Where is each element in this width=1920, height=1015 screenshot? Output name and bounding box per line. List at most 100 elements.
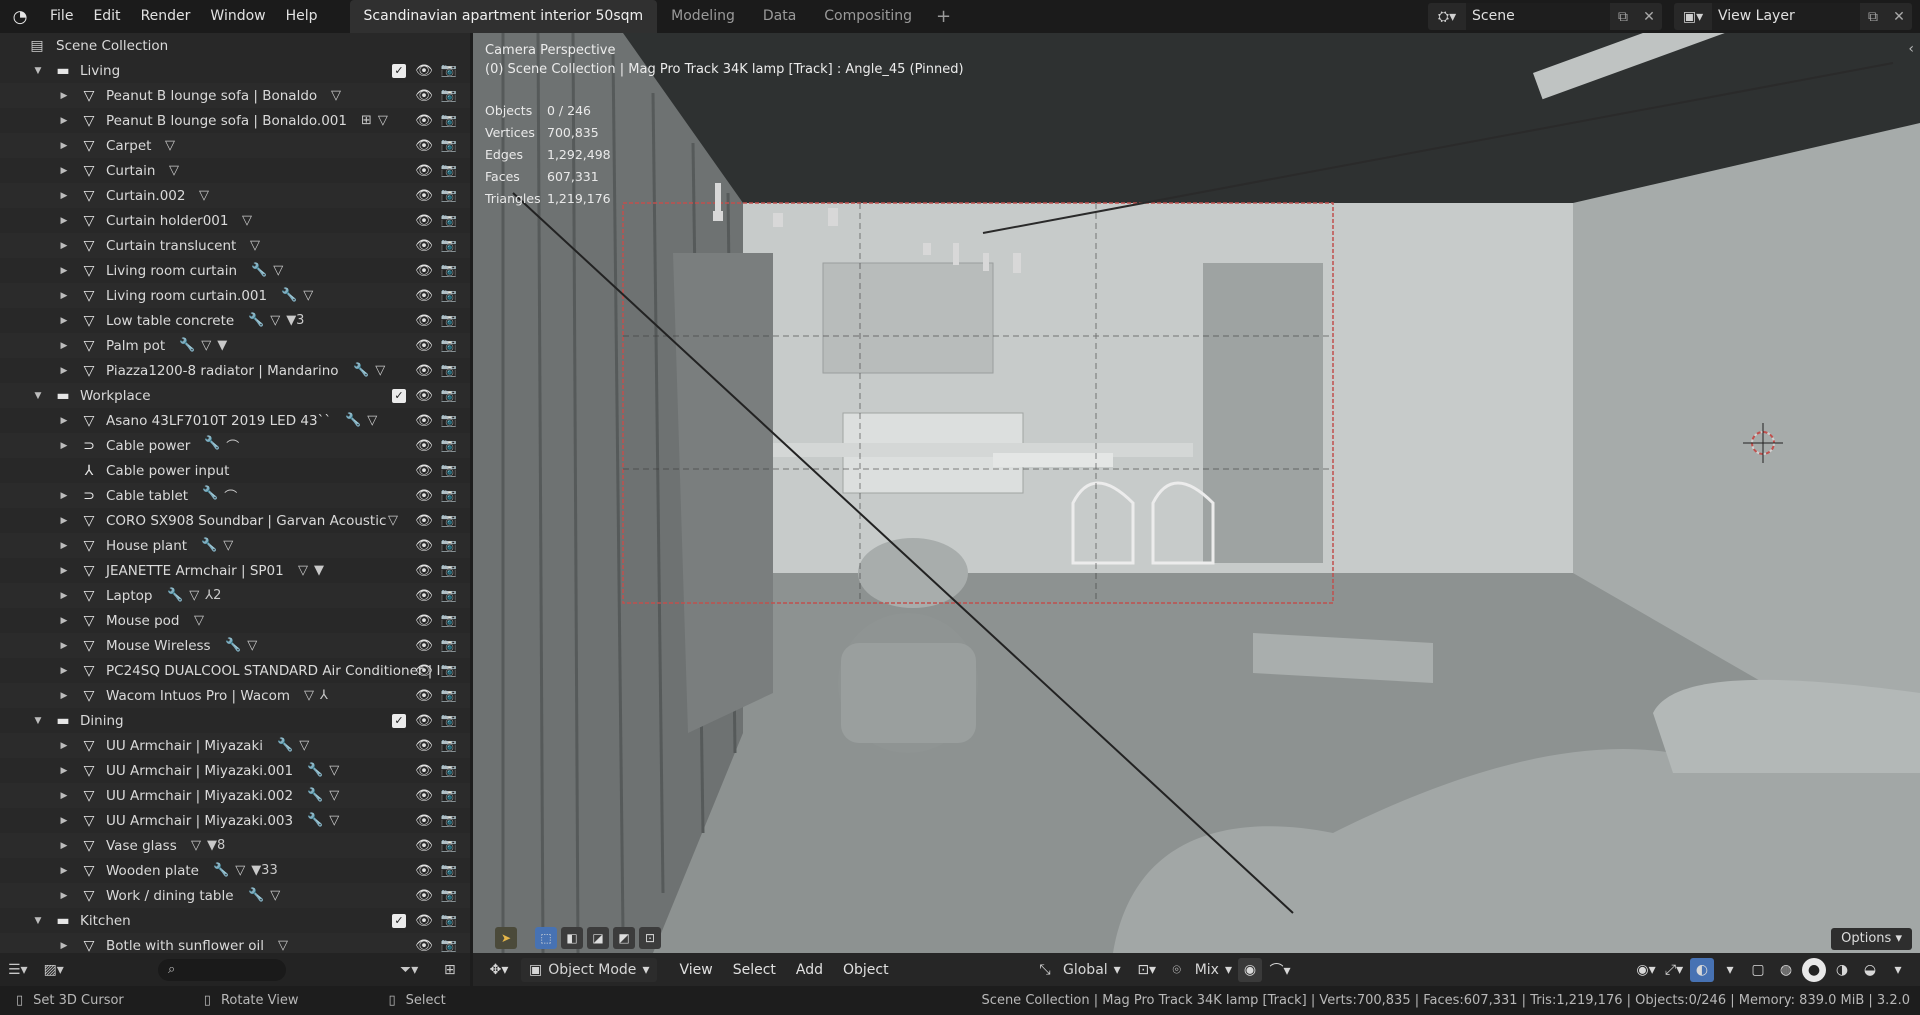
material-shading-icon[interactable]: ◑ — [1830, 958, 1854, 982]
collection-row[interactable]: ▼ ▬ Living ✓ 👁 📷 — [0, 58, 470, 83]
select-subtract-icon[interactable]: ◪ — [587, 927, 609, 949]
modifier-icon[interactable]: ▽ — [191, 838, 201, 853]
orientation-chevron-icon[interactable]: ▾ — [1114, 962, 1121, 978]
outliner-root-row[interactable]: ▤ Scene Collection — [0, 33, 470, 58]
select-extend-icon[interactable]: ◧ — [561, 927, 583, 949]
eye-icon[interactable]: 👁 — [414, 738, 434, 754]
camera-icon[interactable]: 📷 — [440, 838, 458, 853]
tab-data[interactable]: Data — [749, 0, 810, 33]
eye-icon[interactable]: 👁 — [414, 263, 434, 279]
modifier-icon[interactable]: 🔧 — [204, 436, 220, 455]
eye-icon[interactable]: 👁 — [414, 638, 434, 654]
eye-icon[interactable]: 👁 — [414, 913, 434, 929]
camera-icon[interactable]: 📷 — [440, 713, 458, 728]
modifier-icon[interactable]: ⊞ — [361, 113, 372, 128]
camera-icon[interactable]: 📷 — [440, 138, 458, 153]
modifier-icon[interactable]: 🔧 — [353, 363, 369, 378]
eye-icon[interactable]: 👁 — [414, 488, 434, 504]
expand-triangle-icon[interactable]: ▶ — [58, 116, 70, 126]
display-mode-icon[interactable]: ☰▾ — [0, 962, 36, 978]
camera-icon[interactable]: 📷 — [440, 88, 458, 103]
modifier-icon[interactable]: ▽ — [242, 213, 252, 228]
eye-icon[interactable]: 👁 — [414, 88, 434, 104]
modifier-icon[interactable]: ▽ — [329, 763, 339, 778]
expand-triangle-icon[interactable]: ▶ — [58, 266, 70, 276]
modifier-icon[interactable]: ▼8 — [207, 838, 225, 853]
view-layer-selector[interactable]: ▣▾ View Layer ⧉ ✕ — [1674, 3, 1912, 30]
overlays-icon[interactable]: ◐ — [1690, 957, 1714, 982]
expand-triangle-icon[interactable]: ▶ — [58, 691, 70, 701]
expand-triangle-icon[interactable]: ▶ — [58, 241, 70, 251]
expand-triangle-icon[interactable]: ▶ — [58, 291, 70, 301]
eye-icon[interactable]: 👁 — [414, 788, 434, 804]
eye-icon[interactable]: 👁 — [414, 363, 434, 379]
modifier-icon[interactable]: 🔧 — [179, 338, 195, 353]
new-scene-icon[interactable]: ⧉ — [1610, 9, 1636, 25]
outliner-object-row[interactable]: ▶ ▽ Wooden plate 🔧 ▽ ▼33 👁 📷 — [0, 858, 470, 883]
orientation-label[interactable]: Global — [1063, 962, 1108, 978]
eye-icon[interactable]: 👁 — [414, 388, 434, 404]
camera-icon[interactable]: 📷 — [440, 238, 458, 253]
snap-chevron-icon[interactable]: ▾ — [1225, 962, 1232, 978]
modifier-icon[interactable]: ▽ — [270, 888, 280, 903]
new-collection-icon[interactable]: ⊞ — [436, 962, 464, 978]
modifier-icon[interactable]: 🔧 — [213, 863, 229, 878]
modifier-icon[interactable]: ▽ — [199, 188, 209, 203]
expand-triangle-icon[interactable]: ▶ — [58, 491, 70, 501]
solid-shading-icon[interactable]: ● — [1802, 957, 1826, 982]
collapse-triangle-icon[interactable]: ▼ — [32, 716, 44, 726]
pivot-point-icon[interactable]: ⊡▾ — [1135, 958, 1159, 982]
camera-icon[interactable]: 📷 — [440, 588, 458, 603]
expand-triangle-icon[interactable]: ▶ — [58, 616, 70, 626]
camera-icon[interactable]: 📷 — [440, 488, 458, 503]
outliner-object-row[interactable]: ▶ ▽ Curtain ▽ 👁 📷 — [0, 158, 470, 183]
select-new-icon[interactable]: ⬚ — [535, 927, 557, 949]
modifier-icon[interactable]: ▽ — [165, 138, 175, 153]
eye-icon[interactable]: 👁 — [414, 313, 434, 329]
filter-icon[interactable]: ⏷▾ — [392, 962, 426, 978]
eye-icon[interactable]: 👁 — [414, 663, 434, 679]
expand-triangle-icon[interactable]: ▶ — [58, 591, 70, 601]
modifier-icon[interactable]: ▽ — [169, 163, 179, 178]
outliner-object-row[interactable]: ▶ ▽ CORO SX908 Soundbar | Garvan Acoustic ▽… — [0, 508, 470, 533]
outliner-object-row[interactable]: ▶ ▽ Mouse pod ▽ 👁 📷 — [0, 608, 470, 633]
eye-icon[interactable]: 👁 — [414, 213, 434, 229]
eye-icon[interactable]: 👁 — [414, 338, 434, 354]
eye-icon[interactable]: 👁 — [414, 763, 434, 779]
eye-icon[interactable]: 👁 — [414, 413, 434, 429]
outliner-object-row[interactable]: ▶ ▽ Peanut B lounge sofa | Bonaldo.001 ⊞ ▽ 👁 📷 — [0, 108, 470, 133]
camera-icon[interactable]: 📷 — [440, 538, 458, 553]
outliner-object-row[interactable]: ▶ ▽ Carpet ▽ 👁 📷 — [0, 133, 470, 158]
modifier-icon[interactable]: ▽ — [329, 813, 339, 828]
eye-icon[interactable]: 👁 — [414, 113, 434, 129]
select-tool-icon[interactable]: ➤ — [495, 927, 517, 949]
collapse-triangle-icon[interactable]: ▼ — [32, 391, 44, 401]
expand-triangle-icon[interactable]: ▶ — [58, 666, 70, 676]
eye-icon[interactable]: 👁 — [414, 813, 434, 829]
modifier-icon[interactable]: ▼3 — [286, 313, 304, 328]
menu-view[interactable]: View — [669, 962, 722, 978]
modifier-icon[interactable]: 🔧 — [201, 538, 217, 553]
menu-object[interactable]: Object — [833, 962, 899, 978]
modifier-icon[interactable]: ⅄2 — [205, 588, 221, 603]
eye-icon[interactable]: 👁 — [414, 688, 434, 704]
camera-icon[interactable]: 📷 — [440, 438, 458, 453]
modifier-icon[interactable]: 🔧 — [307, 763, 323, 778]
camera-icon[interactable]: 📷 — [440, 63, 458, 78]
modifier-icon[interactable]: ▽ — [235, 863, 245, 878]
outliner-object-row[interactable]: ▶ ▽ Laptop 🔧 ▽ ⅄2 👁 📷 — [0, 583, 470, 608]
expand-triangle-icon[interactable]: ▶ — [58, 641, 70, 651]
camera-icon[interactable]: 📷 — [440, 463, 458, 478]
outliner-object-row[interactable]: ▶ ⊃ Cable power 🔧 ⌒ 👁 📷 — [0, 433, 470, 458]
expand-triangle-icon[interactable]: ▶ — [58, 816, 70, 826]
eye-icon[interactable]: 👁 — [414, 63, 434, 79]
expand-triangle-icon[interactable]: ▶ — [58, 191, 70, 201]
modifier-icon[interactable]: ▽ — [278, 938, 288, 953]
outliner-object-row[interactable]: ▶ ▽ Work / dining table 🔧 ▽ 👁 📷 — [0, 883, 470, 908]
modifier-icon[interactable]: 🔧 — [248, 313, 264, 328]
modifier-icon[interactable]: ▽ — [388, 513, 398, 528]
delete-view-layer-icon[interactable]: ✕ — [1886, 9, 1912, 25]
camera-icon[interactable]: 📷 — [440, 163, 458, 178]
view-layer-name-field[interactable]: View Layer — [1712, 3, 1860, 30]
outliner-object-row[interactable]: ⅄ Cable power input 👁 📷 — [0, 458, 470, 483]
